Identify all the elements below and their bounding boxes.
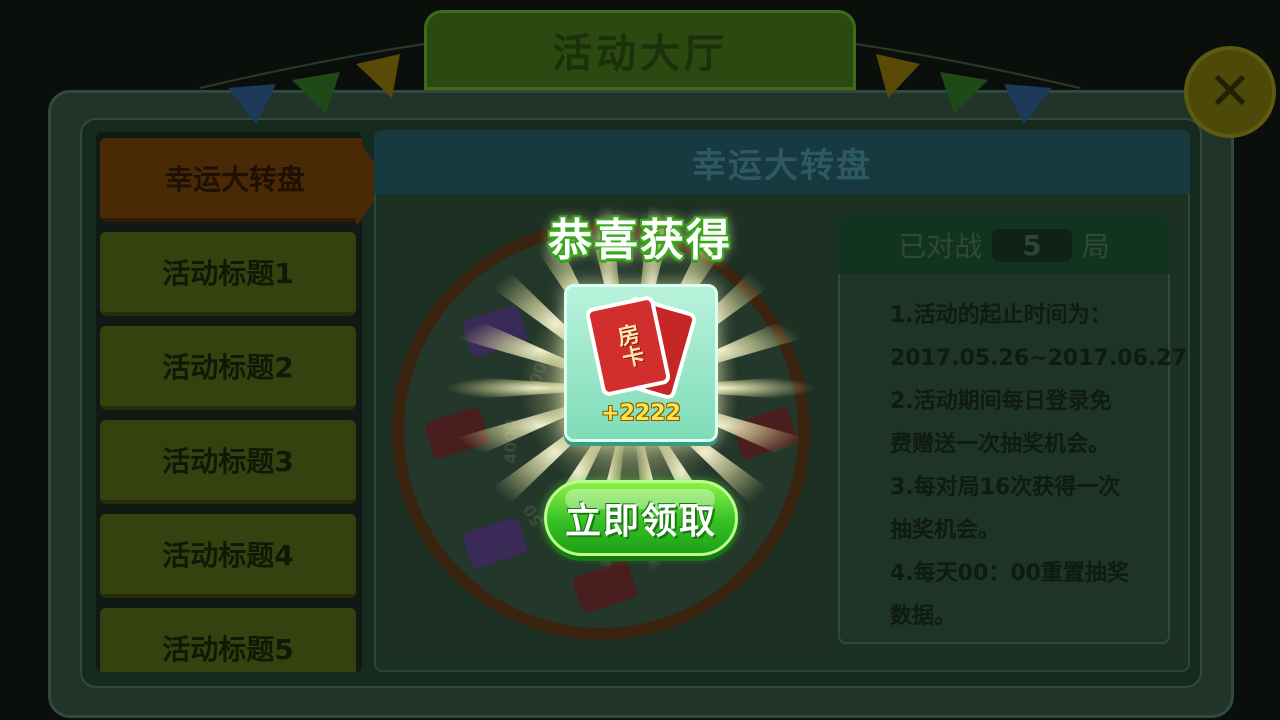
rule-line: 1.活动的起止时间为： [890,303,1112,328]
rule-line: 费赠送一次抽奖机会。 [890,432,1111,457]
games-prefix: 已对战 [898,230,983,263]
reward-title: 恭喜获得 [548,215,732,266]
prize-card-icon [423,405,491,461]
menu-item-label: 活动标题2 [162,351,294,384]
games-suffix: 局 [1081,230,1110,263]
prize-card-icon [571,559,639,615]
wheel-label: 4000 [500,419,520,464]
menu-item-activity-2[interactable]: 活动标题2 [100,326,356,410]
close-button[interactable]: ✕ [1184,46,1276,138]
prize-chip-icon [461,515,529,571]
menu-item-label: 活动标题4 [162,539,294,572]
menu-item-label: 活动标题3 [162,445,294,478]
wheel-label: 6000 [521,349,555,398]
rule-line: 2017.05.26~2017.06.27 [890,346,1187,371]
reward-amount: +2222 [601,401,681,426]
wheel-label: 50 [519,501,547,530]
close-x-icon: ✕ [1208,62,1252,122]
menu-item-label: 活动标题1 [162,257,294,290]
menu-item-lucky-wheel[interactable]: 幸运大转盘 [100,138,362,222]
prize-chip-icon [461,303,529,359]
room-card-label: 房卡 [611,321,646,371]
games-played-header: 已对战 5 局 [838,216,1170,274]
rule-line: 4.每天00：00重置抽奖 [890,561,1129,586]
claim-button-label: 立即领取 [564,501,717,542]
rule-line: 3.每对局16次获得一次 [890,475,1121,500]
menu-item-label: 幸运大转盘 [164,163,305,196]
rule-line: 抽奖机会。 [890,518,1001,543]
content-title: 幸运大转盘 [692,145,872,186]
menu-item-label: 活动标题5 [162,633,294,666]
rule-line: 2.活动期间每日登录免 [890,389,1112,414]
prize-card-icon [731,405,799,461]
activity-menu: 幸运大转盘 活动标题1 活动标题2 活动标题3 活动标题4 活动标题5 [96,132,362,672]
menu-item-activity-1[interactable]: 活动标题1 [100,232,356,316]
window-title-tab: 活动大厅 [424,10,856,90]
menu-item-activity-5[interactable]: 活动标题5 [100,608,356,672]
menu-item-activity-3[interactable]: 活动标题3 [100,420,356,504]
window-title: 活动大厅 [552,31,728,77]
menu-item-activity-4[interactable]: 活动标题4 [100,514,356,598]
games-count: 5 [992,228,1072,262]
rule-line: 数据。 [890,604,957,629]
claim-button[interactable]: 立即领取 [544,480,738,556]
reward-item-box: 房卡 +2222 [564,284,718,442]
content-header: 幸运大转盘 [374,130,1190,194]
rules-text: 1.活动的起止时间为： 2017.05.26~2017.06.27 2.活动期间… [890,294,1187,638]
